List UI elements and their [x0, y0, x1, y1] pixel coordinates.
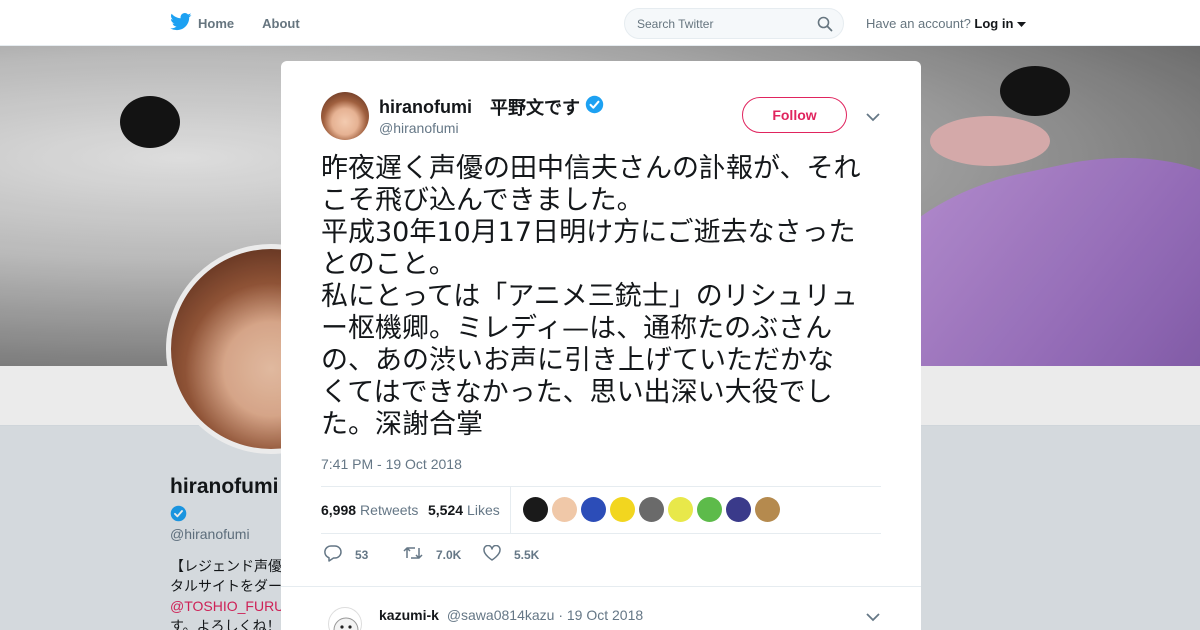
- reply-avatar[interactable]: [328, 607, 362, 630]
- stats-divider: [510, 487, 511, 533]
- like-action[interactable]: 5.5K: [483, 544, 540, 564]
- nav-home-label: Home: [198, 15, 235, 31]
- retweet-icon: [403, 545, 436, 564]
- search-input[interactable]: [625, 9, 805, 38]
- author-name-jp: 平野文です: [490, 98, 580, 118]
- tweet-text-line: とのこと。: [321, 249, 456, 280]
- account-prompt: Have an account?: [866, 16, 971, 31]
- retweets-label: Retweets: [360, 502, 419, 518]
- likes-count: 5,524: [428, 502, 464, 518]
- tweet-text-line: ー枢機卿。ミレディ—は、通称たのぶさん: [321, 313, 833, 344]
- retweets-stat[interactable]: 6,998 Retweets: [321, 502, 418, 518]
- login-link[interactable]: Log in: [974, 16, 1013, 31]
- tweet-stats: 6,998 Retweets 5,524 Likes: [321, 486, 881, 534]
- reply-action[interactable]: 53: [324, 545, 368, 565]
- liker-avatar[interactable]: [581, 497, 606, 522]
- tweet-actions: 53 7.0K 5.5K: [321, 543, 881, 567]
- reply-author-handle[interactable]: @sawa0814kazu: [447, 607, 555, 623]
- close-icon[interactable]: [1155, 13, 1177, 40]
- liker-avatar[interactable]: [639, 497, 664, 522]
- tweet-text-line: た。深謝合掌: [321, 409, 483, 440]
- author-name[interactable]: hiranofumi 平野文です: [379, 94, 604, 120]
- reply-icon: [324, 545, 355, 565]
- liker-avatar[interactable]: [755, 497, 780, 522]
- reply-tweet[interactable]: kazumi-k @sawa0814kazu · 19 Oct 2018: [281, 586, 921, 630]
- liker-avatar[interactable]: [697, 497, 722, 522]
- verified-badge-icon: [580, 95, 604, 119]
- author-name-latin: hiranofumi: [379, 96, 472, 117]
- account-area: Have an account? Log in: [866, 16, 1027, 31]
- tweet-text-line: の、あの渋いお声に引き上げていただかな: [321, 345, 834, 376]
- tweet-text-line: こそ飛び込んできました。: [321, 185, 644, 216]
- tweet-modal: hiranofumi 平野文です @hiranofumi Follow 昨夜遅く…: [281, 61, 921, 630]
- author-handle[interactable]: @hiranofumi: [379, 120, 459, 136]
- chevron-down-icon[interactable]: [866, 109, 880, 127]
- nav-left: Home About: [170, 0, 328, 46]
- tweet-text-line: くてはできなかった、思い出深い大役でし: [321, 377, 833, 408]
- search-box: [624, 8, 844, 39]
- liker-avatars: [523, 497, 784, 522]
- tweet-text-line: 昨夜遅く声優の田中信夫さんの訃報が、それ: [321, 153, 861, 184]
- retweet-count: 7.0K: [436, 547, 462, 562]
- tweet-timestamp[interactable]: 7:41 PM - 19 Oct 2018: [321, 456, 462, 472]
- liker-avatar[interactable]: [610, 497, 635, 522]
- liker-avatar[interactable]: [668, 497, 693, 522]
- like-count: 5.5K: [514, 547, 540, 562]
- retweet-action[interactable]: 7.0K: [403, 545, 461, 564]
- reply-meta: kazumi-k @sawa0814kazu · 19 Oct 2018: [379, 607, 643, 623]
- reply-separator: ·: [558, 607, 563, 623]
- tweet-text: 昨夜遅く声優の田中信夫さんの訃報が、それ こそ飛び込んできました。 平成30年1…: [321, 153, 886, 441]
- likes-stat[interactable]: 5,524 Likes: [428, 502, 500, 518]
- retweets-count: 6,998: [321, 502, 357, 518]
- liker-avatar[interactable]: [726, 497, 751, 522]
- likes-label: Likes: [467, 502, 500, 518]
- search-icon[interactable]: [817, 16, 833, 37]
- author-avatar[interactable]: [321, 92, 369, 140]
- chevron-down-icon[interactable]: [866, 609, 880, 627]
- nav-home[interactable]: Home: [170, 12, 235, 34]
- follow-button[interactable]: Follow: [742, 97, 847, 133]
- twitter-bird-icon: [170, 12, 198, 34]
- reply-date[interactable]: 19 Oct 2018: [567, 607, 643, 623]
- nav-about[interactable]: About: [262, 16, 300, 31]
- tweet-text-line: 私にとっては「アニメ三銃士」のリシュリュ: [321, 281, 858, 312]
- tweet-text-line: 平成30年10月17日明け方にご逝去なさった: [321, 217, 856, 248]
- top-navbar: Home About Have an account? Log in: [0, 0, 1200, 46]
- heart-icon: [483, 544, 514, 564]
- reply-author-name[interactable]: kazumi-k: [379, 607, 439, 623]
- chevron-down-icon[interactable]: [1017, 16, 1027, 31]
- reply-count: 53: [355, 548, 369, 562]
- liker-avatar[interactable]: [552, 497, 577, 522]
- liker-avatar[interactable]: [523, 497, 548, 522]
